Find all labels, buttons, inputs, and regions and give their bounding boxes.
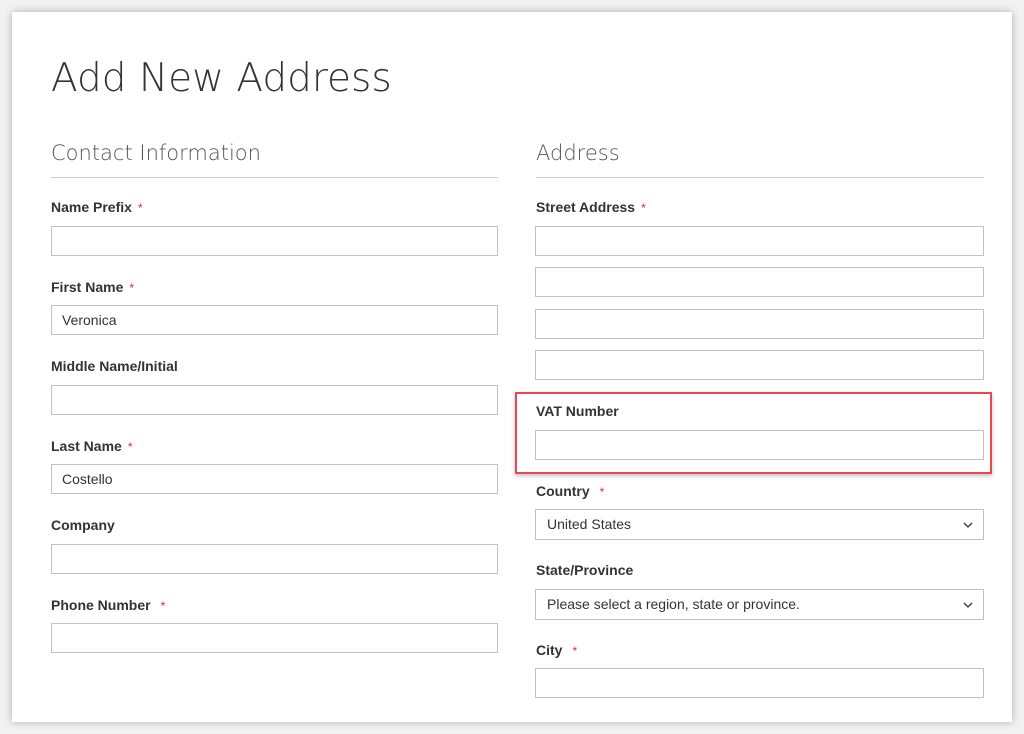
vat-number-input[interactable] xyxy=(535,430,984,460)
country-label: Country * xyxy=(536,483,605,499)
chevron-down-icon xyxy=(963,522,973,528)
middle-name-input[interactable] xyxy=(51,385,498,415)
vat-number-label: VAT Number xyxy=(536,403,619,419)
state-province-select[interactable]: Please select a region, state or provinc… xyxy=(535,589,984,620)
company-label: Company xyxy=(51,517,115,533)
required-marker: * xyxy=(641,201,646,215)
city-input[interactable] xyxy=(535,668,984,698)
name-prefix-input[interactable] xyxy=(51,226,498,256)
last-name-input[interactable] xyxy=(51,464,498,494)
chevron-down-icon xyxy=(963,602,973,608)
contact-information-heading: Contact Information xyxy=(51,141,261,165)
street-address-line-3-input[interactable] xyxy=(535,309,984,339)
required-marker: * xyxy=(599,485,605,499)
state-province-label: State/Province xyxy=(536,562,634,578)
address-heading: Address xyxy=(536,141,620,165)
country-selected-value: United States xyxy=(547,516,632,532)
required-marker: * xyxy=(160,599,166,613)
phone-number-input[interactable] xyxy=(51,623,498,653)
last-name-label: Last Name * xyxy=(51,438,133,454)
city-label: City * xyxy=(536,642,578,658)
street-address-label: Street Address * xyxy=(536,199,646,215)
page-title: Add New Address xyxy=(51,56,392,101)
phone-number-label: Phone Number * xyxy=(51,597,166,613)
name-prefix-label: Name Prefix * xyxy=(51,199,143,215)
contact-divider xyxy=(51,177,498,178)
state-province-selected-value: Please select a region, state or provinc… xyxy=(547,596,800,612)
required-marker: * xyxy=(137,201,143,215)
street-address-line-1-input[interactable] xyxy=(535,226,984,256)
street-address-line-4-input[interactable] xyxy=(535,350,984,380)
first-name-label: First Name * xyxy=(51,279,135,295)
country-select[interactable]: United States xyxy=(535,509,984,540)
address-divider xyxy=(536,177,984,178)
middle-name-label: Middle Name/Initial xyxy=(51,358,178,374)
required-marker: * xyxy=(572,644,578,658)
required-marker: * xyxy=(127,440,133,454)
street-address-line-2-input[interactable] xyxy=(535,267,984,297)
first-name-input[interactable] xyxy=(51,305,498,335)
required-marker: * xyxy=(129,281,135,295)
company-input[interactable] xyxy=(51,544,498,574)
